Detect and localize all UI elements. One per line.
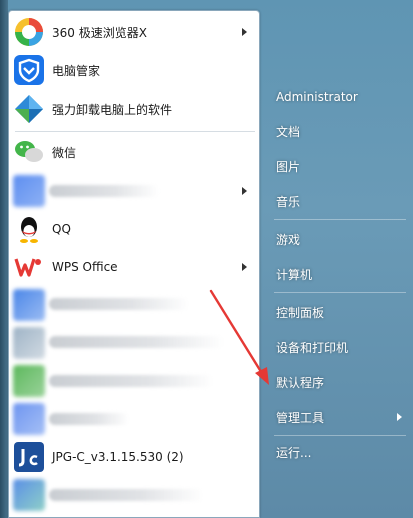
jpg-c-icon bbox=[13, 441, 45, 473]
qq-penguin-icon bbox=[13, 213, 45, 245]
360-browser-icon bbox=[13, 16, 45, 48]
program-wps-office[interactable]: WPS Office bbox=[9, 249, 259, 285]
uninstaller-icon bbox=[13, 93, 45, 125]
admin-tools-link[interactable]: 管理工具 bbox=[270, 403, 410, 431]
program-wechat[interactable]: 微信 bbox=[9, 134, 259, 170]
blurred-app-icon bbox=[13, 289, 45, 321]
games-label: 游戏 bbox=[276, 232, 301, 247]
pictures-link[interactable]: 图片 bbox=[270, 152, 410, 180]
right-separator bbox=[274, 219, 406, 220]
start-menu-right-pane: Administrator 文档 图片 音乐 游戏 计算机 控制面板 设备和打印… bbox=[264, 0, 413, 518]
run-label: 运行... bbox=[276, 445, 312, 460]
wechat-icon bbox=[13, 136, 45, 168]
program-blurred-6[interactable] bbox=[9, 477, 259, 513]
run-link[interactable]: 运行... bbox=[270, 438, 410, 466]
music-link[interactable]: 音乐 bbox=[270, 187, 410, 215]
computer-link[interactable]: 计算机 bbox=[270, 260, 410, 288]
program-jpg-c[interactable]: JPG-C_v3.1.15.530 (2) bbox=[9, 439, 259, 475]
start-menu-frame-edge bbox=[0, 0, 8, 518]
right-separator bbox=[274, 435, 406, 436]
program-label: 360 极速浏览器X bbox=[52, 25, 147, 40]
tencent-pc-manager-icon bbox=[13, 54, 45, 86]
program-360-browser[interactable]: 360 极速浏览器X bbox=[9, 14, 259, 50]
program-pc-manager[interactable]: 电脑管家 bbox=[9, 52, 259, 88]
blurred-app-icon bbox=[13, 479, 45, 511]
documents-label: 文档 bbox=[276, 124, 301, 139]
program-blurred-5[interactable] bbox=[9, 401, 259, 437]
submenu-arrow-icon[interactable] bbox=[242, 187, 247, 195]
blurred-app-icon bbox=[13, 365, 45, 397]
program-label: 强力卸载电脑上的软件 bbox=[52, 102, 173, 117]
programs-panel: 360 极速浏览器X 电脑管家 强力卸载电脑上的软件 微信 QQ WPS Off… bbox=[8, 10, 260, 518]
pinned-separator bbox=[15, 131, 255, 132]
program-uninstaller[interactable]: 强力卸载电脑上的软件 bbox=[9, 91, 259, 127]
default-programs-label: 默认程序 bbox=[276, 375, 325, 390]
program-blurred-1[interactable] bbox=[9, 173, 259, 209]
games-link[interactable]: 游戏 bbox=[270, 225, 410, 253]
documents-link[interactable]: 文档 bbox=[270, 117, 410, 145]
music-label: 音乐 bbox=[276, 194, 301, 209]
program-label: WPS Office bbox=[52, 260, 118, 274]
blurred-app-icon bbox=[13, 175, 45, 207]
blurred-app-icon bbox=[13, 403, 45, 435]
devices-printers-label: 设备和打印机 bbox=[276, 340, 349, 355]
control-panel-label: 控制面板 bbox=[276, 305, 325, 320]
submenu-arrow-icon[interactable] bbox=[397, 413, 402, 421]
program-label: QQ bbox=[52, 222, 71, 236]
blurred-app-icon bbox=[13, 327, 45, 359]
program-label: JPG-C_v3.1.15.530 (2) bbox=[52, 450, 184, 464]
annotation-arrow-icon bbox=[209, 289, 269, 385]
control-panel-link[interactable]: 控制面板 bbox=[270, 298, 410, 326]
user-folder-link[interactable]: Administrator bbox=[270, 83, 410, 111]
program-label: 微信 bbox=[52, 145, 77, 160]
username-label: Administrator bbox=[276, 90, 358, 104]
right-separator bbox=[274, 292, 406, 293]
program-qq[interactable]: QQ bbox=[9, 211, 259, 247]
admin-tools-label: 管理工具 bbox=[276, 410, 325, 425]
submenu-arrow-icon[interactable] bbox=[242, 263, 247, 271]
program-label: 电脑管家 bbox=[52, 63, 101, 78]
submenu-arrow-icon[interactable] bbox=[242, 28, 247, 36]
default-programs-link[interactable]: 默认程序 bbox=[270, 368, 410, 396]
computer-label: 计算机 bbox=[276, 267, 313, 282]
wps-office-icon bbox=[13, 251, 45, 283]
pictures-label: 图片 bbox=[276, 159, 301, 174]
devices-printers-link[interactable]: 设备和打印机 bbox=[270, 333, 410, 361]
